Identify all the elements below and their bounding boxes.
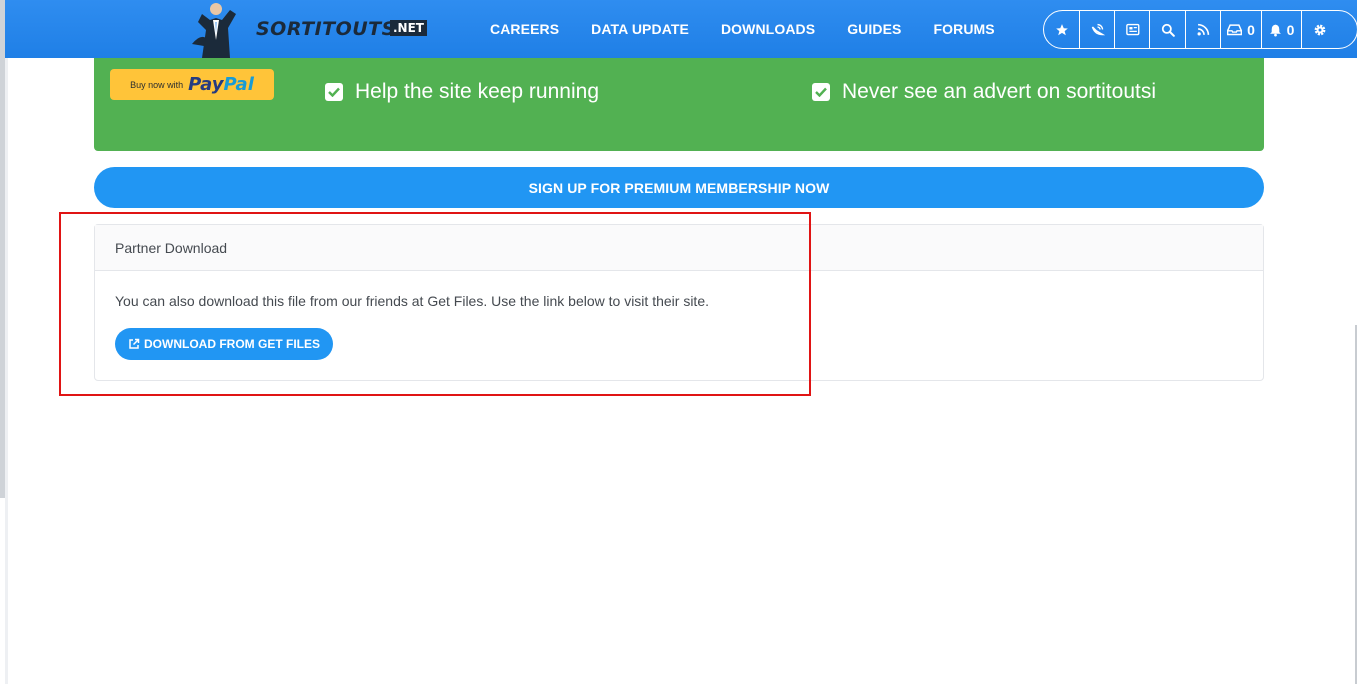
highlight-annotation-box (59, 212, 811, 396)
favourites-button[interactable] (1044, 11, 1080, 48)
nav-guides[interactable]: GUIDES (847, 21, 901, 37)
benefit-label: Never see an advert on sortitoutsi (842, 80, 1156, 103)
nav-forums[interactable]: FORUMS (933, 21, 994, 37)
benefit-no-adverts: Never see an advert on sortitoutsi (812, 80, 1156, 104)
logo-suffix: .NET (390, 20, 427, 36)
search-button[interactable] (1150, 11, 1186, 48)
paypal-logo: PayPal (188, 74, 254, 95)
star-icon (1055, 23, 1068, 35)
news-button[interactable] (1115, 11, 1150, 48)
satellite-icon (1091, 23, 1105, 36)
benefit-label: Help the site keep running (355, 80, 599, 103)
notifications-count: 0 (1286, 21, 1295, 38)
logo-figure-icon (192, 3, 236, 58)
inbox-count: 0 (1247, 21, 1255, 38)
nav-careers[interactable]: CAREERS (490, 21, 559, 37)
paypal-prefix: Buy now with (130, 79, 184, 90)
premium-signup-button[interactable]: SIGN UP FOR PREMIUM MEMBERSHIP NOW (94, 167, 1264, 208)
site-logo[interactable]: SORTITOUTSI .NET (180, 0, 430, 58)
page-left-shadow (5, 0, 8, 684)
nav-downloads[interactable]: DOWNLOADS (721, 21, 815, 37)
satellite-button[interactable] (1080, 11, 1115, 48)
inbox-button[interactable]: 0 (1221, 11, 1262, 48)
user-toolbar: 0 0 (1043, 10, 1357, 49)
nav-data-update[interactable]: DATA UPDATE (591, 21, 689, 37)
top-navbar: SORTITOUTSI .NET CAREERS DATA UPDATE DOW… (5, 0, 1357, 58)
inbox-icon (1227, 24, 1243, 36)
logo-text: SORTITOUTSI (256, 18, 404, 40)
bell-icon (1269, 24, 1281, 36)
benefit-keep-running: Help the site keep running (325, 80, 599, 104)
newspaper-icon (1125, 23, 1139, 36)
checkbox-checked-icon (812, 83, 830, 101)
search-icon (1161, 23, 1175, 37)
settings-button[interactable] (1302, 11, 1338, 48)
main-nav: CAREERS DATA UPDATE DOWNLOADS GUIDES FOR… (490, 0, 1027, 58)
notifications-button[interactable]: 0 (1262, 11, 1302, 48)
gear-icon (1314, 24, 1326, 35)
checkbox-checked-icon (325, 83, 343, 101)
premium-benefits-panel: Buy now with PayPal Help the site keep r… (94, 58, 1264, 151)
rss-icon (1197, 23, 1209, 36)
rss-button[interactable] (1186, 11, 1221, 48)
paypal-buy-button[interactable]: Buy now with PayPal (110, 69, 274, 100)
